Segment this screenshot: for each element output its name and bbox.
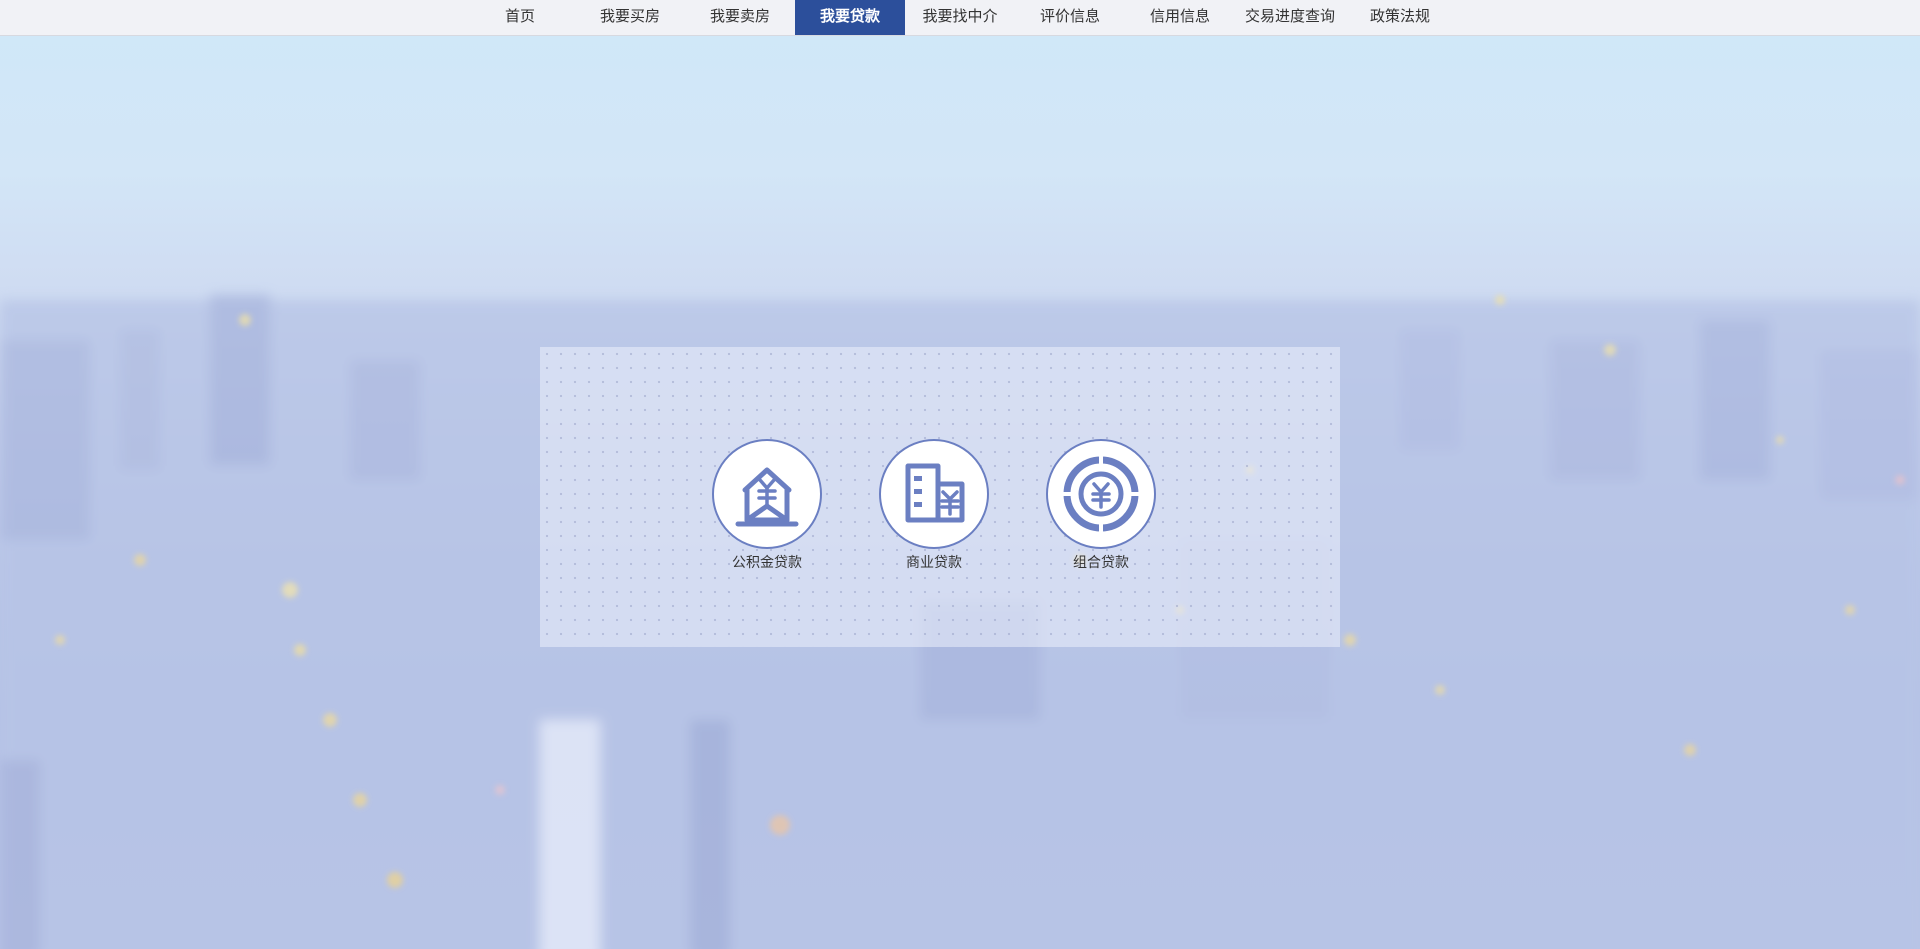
commercial-loan-label[interactable]: 商业贷款: [879, 552, 989, 572]
nav-item-loan[interactable]: 我要贷款: [795, 0, 905, 35]
top-navigation-bar: 首页 我要买房 我要卖房 我要贷款 我要找中介 评价信息 信用信息 交易进度查询…: [0, 0, 1920, 36]
commercial-loan-icon-circle[interactable]: [879, 439, 989, 549]
combined-loan-icon-circle[interactable]: [1046, 439, 1156, 549]
nav-menu: 首页 我要买房 我要卖房 我要贷款 我要找中介 评价信息 信用信息 交易进度查询…: [465, 0, 1455, 35]
provident-fund-loan-label[interactable]: 公积金贷款: [712, 552, 822, 572]
combined-loan-label[interactable]: 组合贷款: [1046, 552, 1156, 572]
provident-fund-loan-option[interactable]: 公积金贷款: [712, 439, 822, 572]
nav-item-home[interactable]: 首页: [465, 0, 575, 35]
nav-item-transaction-progress[interactable]: 交易进度查询: [1235, 0, 1345, 35]
nav-item-sell-house[interactable]: 我要卖房: [685, 0, 795, 35]
provident-fund-loan-icon-circle[interactable]: [712, 439, 822, 549]
nav-item-find-agent[interactable]: 我要找中介: [905, 0, 1015, 35]
nav-item-reviews[interactable]: 评价信息: [1015, 0, 1125, 35]
commercial-loan-option[interactable]: 商业贷款: [879, 439, 989, 572]
combined-loan-option[interactable]: 组合贷款: [1046, 439, 1156, 572]
nav-item-credit-info[interactable]: 信用信息: [1125, 0, 1235, 35]
provident-fund-house-icon: [735, 467, 799, 527]
nav-item-policies[interactable]: 政策法规: [1345, 0, 1455, 35]
commercial-building-icon: [905, 463, 965, 523]
yuan-coin-icon: [1063, 456, 1139, 532]
loan-type-panel: 公积金贷款 商业贷款 组合贷款: [540, 347, 1340, 647]
nav-item-buy-house[interactable]: 我要买房: [575, 0, 685, 35]
